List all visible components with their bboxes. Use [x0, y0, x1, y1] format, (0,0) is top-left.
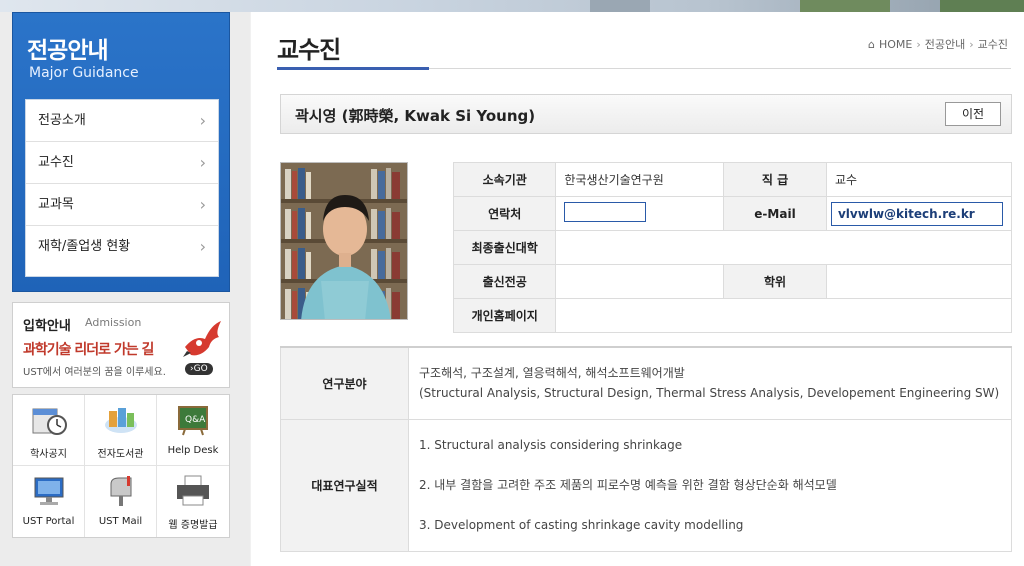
monitor-icon	[34, 477, 63, 505]
quick-link-ust-portal[interactable]: UST Portal	[13, 466, 85, 537]
research-field-ko: 구조해석, 구조설계, 열응력해석, 해석소프트웨어개발	[419, 366, 685, 381]
breadcrumb: ⌂ HOME › 전공안내 › 교수진	[868, 36, 1008, 52]
professor-name-bar: 곽시영 (郭時榮, Kwak Si Young) 이전	[280, 94, 1012, 134]
sidebar-title: 전공안내	[27, 38, 109, 64]
quick-link-ust-mail[interactable]: UST Mail	[85, 466, 157, 537]
research-table: 연구분야 구조해석, 구조설계, 열응력해석, 해석소프트웨어개발 (Struc…	[280, 346, 1012, 552]
sidebar-item-faculty[interactable]: 교수진 ›	[26, 142, 218, 184]
research-field-value: 구조해석, 구조설계, 열응력해석, 해석소프트웨어개발 (Structural…	[408, 346, 1012, 420]
quick-link-help-desk[interactable]: Q&A Help Desk	[157, 395, 229, 466]
rank-value: 교수	[825, 162, 1013, 197]
contact-label: 연락처	[452, 196, 557, 231]
quick-link-label: 웹 증명발급	[168, 520, 218, 531]
degree-value	[825, 264, 1013, 299]
chevron-right-icon: ›	[199, 237, 206, 256]
sidebar-item-courses[interactable]: 교과목 ›	[26, 184, 218, 226]
publication-item: 2. 내부 결함을 고려한 주조 제품의 피로수명 예측을 위한 결함 형상단순…	[419, 478, 837, 492]
chevron-right-icon: ›	[199, 111, 206, 130]
admission-subtitle: Admission	[85, 316, 142, 329]
publications-label: 대표연구실적	[280, 418, 409, 552]
sidebar-item-label: 교과목	[38, 197, 74, 212]
admission-banner[interactable]: 입학안내 Admission 과학기술 리더로 가는 길 UST에서 여러분의 …	[12, 302, 230, 388]
email-link[interactable]: vlvwlw@kitech.re.kr	[830, 201, 1003, 226]
admission-desc: UST에서 여러분의 꿈을 이루세요.	[23, 367, 166, 378]
chevron-right-icon: ›	[199, 195, 206, 214]
professor-photo	[280, 162, 408, 320]
home-icon[interactable]: ⌂	[868, 38, 875, 51]
sidebar-item-label: 재학/졸업생 현황	[38, 239, 131, 254]
phoenix-bird-icon	[183, 321, 221, 357]
quick-link-label: Help Desk	[167, 445, 219, 456]
major-value	[555, 264, 724, 299]
quick-links-panel: 학사공지 전자도서관 Q&A Help Desk UST Portal UST …	[12, 394, 230, 538]
school-label: 최종출신대학	[452, 230, 557, 265]
contact-value	[555, 196, 724, 231]
contact-field	[564, 202, 647, 222]
left-sidebar: 전공안내 Major Guidance 전공소개 › 교수진 › 교과목 › 재…	[0, 12, 250, 566]
quick-link-label: UST Portal	[22, 516, 75, 527]
top-banner-strip	[0, 0, 1024, 12]
breadcrumb-current: 교수진	[977, 38, 1008, 51]
qa-board-icon: Q&A	[178, 406, 208, 436]
go-button[interactable]: ›GO	[185, 363, 213, 375]
org-value: 한국생산기술연구원	[555, 162, 724, 197]
page-title: 교수진	[277, 36, 341, 64]
banner-image-piece	[590, 0, 650, 12]
admission-title: 입학안내	[23, 319, 71, 334]
clock-calendar-icon	[32, 408, 67, 435]
admission-slogan: 과학기술 리더로 가는 길	[23, 342, 154, 358]
chevron-right-icon: ›	[916, 37, 921, 51]
mailbox-icon	[110, 476, 131, 506]
sidebar-item-major-intro[interactable]: 전공소개 ›	[26, 100, 218, 142]
printer-icon	[177, 475, 209, 506]
page-root: 전공안내 Major Guidance 전공소개 › 교수진 › 교과목 › 재…	[0, 0, 1024, 566]
quick-link-academic-notice[interactable]: 학사공지	[13, 395, 85, 466]
quick-link-e-library[interactable]: 전자도서관	[85, 395, 157, 466]
publications-value: 1. Structural analysis considering shrin…	[408, 418, 1012, 552]
professor-info-table: 소속기관 한국생산기술연구원 직 급 교수 연락처 e-Mail vlvwlw@…	[452, 162, 1013, 333]
banner-image-piece	[800, 0, 890, 12]
email-value: vlvwlw@kitech.re.kr	[825, 196, 1013, 231]
breadcrumb-home[interactable]: HOME	[879, 38, 912, 51]
sidebar-menu: 전공소개 › 교수진 › 교과목 › 재학/졸업생 현황 ›	[25, 99, 219, 277]
quick-link-label: 전자도서관	[97, 449, 144, 460]
major-label: 출신전공	[452, 264, 557, 299]
publication-item: 1. Structural analysis considering shrin…	[419, 438, 683, 452]
sidebar-item-label: 교수진	[38, 155, 74, 170]
sidebar-item-label: 전공소개	[38, 113, 86, 128]
prev-button[interactable]: 이전	[945, 102, 1001, 126]
sidebar-subtitle: Major Guidance	[29, 65, 139, 81]
publication-item: 3. Development of casting shrinkage cavi…	[419, 518, 744, 532]
quick-link-label: UST Mail	[98, 516, 143, 527]
research-field-en: (Structural Analysis, Structural Design,…	[419, 386, 1000, 401]
main-content: 교수진 ⌂ HOME › 전공안내 › 교수진 곽시영 (郭時榮, Kwak S…	[251, 12, 1024, 566]
research-field-label: 연구분야	[280, 346, 409, 420]
homepage-label: 개인홈페이지	[452, 298, 557, 333]
chevron-right-icon: ›	[199, 153, 206, 172]
title-divider	[277, 67, 1011, 70]
major-guidance-panel: 전공안내 Major Guidance 전공소개 › 교수진 › 교과목 › 재…	[12, 12, 230, 292]
degree-label: 학위	[723, 264, 827, 299]
rank-label: 직 급	[723, 162, 827, 197]
org-label: 소속기관	[452, 162, 557, 197]
homepage-value	[555, 298, 1012, 333]
quick-link-web-certificate[interactable]: 웹 증명발급	[157, 466, 229, 537]
sidebar-item-students-status[interactable]: 재학/졸업생 현황 ›	[26, 226, 218, 268]
svg-text:Q&A: Q&A	[185, 415, 206, 425]
books-icon	[104, 408, 137, 433]
breadcrumb-major-guide[interactable]: 전공안내	[925, 36, 965, 52]
chevron-right-icon: ›	[969, 37, 974, 51]
quick-link-label: 학사공지	[30, 449, 67, 460]
banner-image-piece	[940, 0, 1024, 12]
email-label: e-Mail	[723, 196, 827, 231]
professor-name: 곽시영 (郭時榮, Kwak Si Young)	[295, 107, 536, 125]
school-value	[555, 230, 1012, 265]
